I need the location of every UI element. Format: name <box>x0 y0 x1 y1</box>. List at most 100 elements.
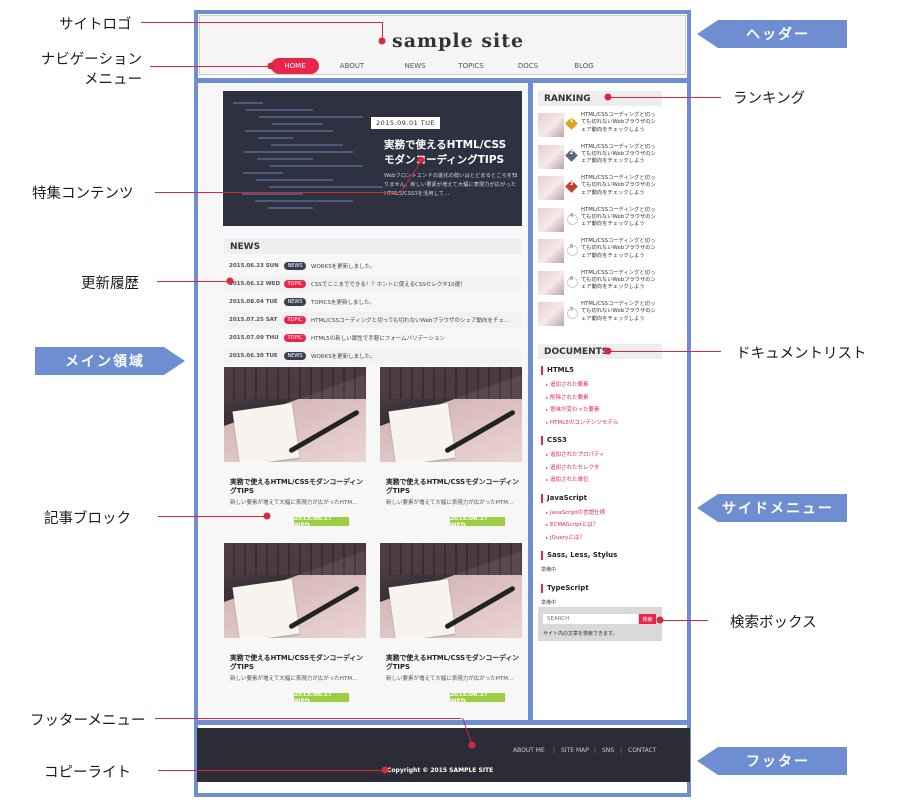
article-title[interactable]: 実務で使えるHTML/CSSモダンコーディングTIPS <box>230 654 365 672</box>
callout-copyright: コピーライト <box>44 765 131 781</box>
ranking-item[interactable]: 2 HTML/CSSコーディングと切っても切れないWebブラウザのシェア動向をチェ… <box>538 144 660 172</box>
callout-feature: 特集コンテンツ <box>32 186 134 202</box>
article-image[interactable] <box>380 367 522 462</box>
pen-image <box>444 585 516 630</box>
ranking-item[interactable]: 4 HTML/CSSコーディングと切っても切れないWebブラウザのシェア動向をチェ… <box>538 207 660 235</box>
ranking-title: HTML/CSSコーディングと切っても切れないWebブラウザのシェア動向をチェッ… <box>581 301 656 322</box>
ranking-item[interactable]: 5 HTML/CSSコーディングと切っても切れないWebブラウザのシェア動向をチェ… <box>538 238 660 266</box>
callout-line-navigation <box>150 66 270 67</box>
tag-side: サイドメニュー <box>697 494 847 522</box>
rank-number: 7 <box>569 307 574 313</box>
article-title[interactable]: 実務で使えるHTML/CSSモダンコーディングTIPS <box>230 478 365 496</box>
notepad-image <box>232 579 300 638</box>
news-text: WORKSを更新しました。 <box>311 354 376 360</box>
nav-item-news[interactable]: NEWS <box>395 58 435 74</box>
callout-navigation: ナビゲーション メニュー <box>32 50 142 90</box>
ranking-title: HTML/CSSコーディングと切っても切れないWebブラウザのシェア動向をチェッ… <box>581 269 656 291</box>
news-row[interactable]: 2015.06.12 WED TOPIC CSSでここまでできる！？ホントに使えるC… <box>224 276 521 292</box>
feature-date: 2015.09.01 TUE <box>371 117 441 129</box>
ranking-item[interactable]: 7 HTML/CSSコーディングと切っても切れないWebブラウザのシェア動向をチェ… <box>538 301 660 329</box>
doc-link[interactable]: ▸ HTML5のコンテンツモデル <box>546 418 618 426</box>
news-row[interactable]: 2015.06.30 TUE NEWS WORKSを更新しました。 <box>224 348 521 364</box>
code-line <box>268 207 313 209</box>
code-line <box>256 179 333 181</box>
nav-item-about[interactable]: ABOUT <box>332 58 372 74</box>
ranking-thumbnail <box>538 176 564 200</box>
news-date: 2015.07.25 SAT <box>229 317 278 323</box>
keyboard-image <box>224 367 366 399</box>
search-note: サイト内の文章を検索できます。 <box>543 631 618 637</box>
nav-item-home[interactable]: HOME <box>271 58 319 74</box>
code-line <box>259 116 363 118</box>
ranking-item[interactable]: 3 HTML/CSSコーディングと切っても切れないWebブラウザのシェア動向をチェ… <box>538 175 660 203</box>
doc-link[interactable]: ▸ 削除された要素 <box>546 393 589 401</box>
callout-line-search-box <box>660 620 708 621</box>
code-line <box>270 165 363 167</box>
article-image[interactable] <box>224 543 366 638</box>
notepad-image <box>232 403 300 462</box>
doc-category: JavaScript <box>541 493 587 503</box>
news-heading: NEWS <box>224 239 521 254</box>
article-date: 2015.06.17 WED <box>294 691 349 705</box>
nav-item-topics[interactable]: TOPICS <box>451 58 491 74</box>
doc-link[interactable]: ▸ JavaScriptの言語仕様 <box>546 508 605 516</box>
ranking-title: HTML/CSSコーディングと切っても切れないWebブラウザのシェア動向をチェッ… <box>581 238 656 259</box>
feature-title[interactable]: 実務で使えるHTML/CSS モダンコーディングTIPS <box>384 138 514 168</box>
news-row[interactable]: 2015.06.23 SUN NEWS WORKSを更新しました。 <box>224 258 521 274</box>
doc-link[interactable]: ▸ 追加されたプロパティ <box>546 450 605 458</box>
pen-image <box>444 409 516 454</box>
doc-link[interactable]: ▸ jQueryとは？ <box>546 533 585 541</box>
footer-separator: | <box>553 747 556 754</box>
footer-separator: | <box>594 747 597 754</box>
keyboard-image <box>380 367 522 399</box>
footer-menu-item[interactable]: ABOUT ME <box>513 747 545 754</box>
rank-number: 2 <box>569 149 574 156</box>
pen-image <box>288 585 360 630</box>
notepad-image <box>388 579 456 638</box>
ranking-thumbnail <box>538 302 564 326</box>
footer-menu-item[interactable]: CONTACT <box>628 747 656 754</box>
doc-link[interactable]: ▸ ECMAScriptとは？ <box>546 520 598 528</box>
news-text: HTML5の新しい属性で手軽にフォームバリデーション <box>311 336 446 342</box>
article-image[interactable] <box>224 367 366 462</box>
article-image[interactable] <box>380 543 522 638</box>
doc-link-label: HTML5のコンテンツモデル <box>550 419 619 426</box>
callout-article-block: 記事ブロック <box>44 511 131 527</box>
news-row[interactable]: 2015.08.04 TUE NEWS TOPICSを更新しました。 <box>224 294 521 310</box>
ranking-thumbnail <box>538 144 564 169</box>
code-line <box>244 151 353 153</box>
news-row[interactable]: 2015.07.09 THU TOPIC HTML5の新しい属性で手軽にフォームバリ… <box>224 330 521 346</box>
site-logo[interactable]: sample site <box>392 30 524 52</box>
doc-category: HTML5 <box>541 366 574 375</box>
callout-line-document-list <box>608 351 721 352</box>
ranking-item[interactable]: 6 HTML/CSSコーディングと切っても切れないWebブラウザのシェア動向をチェ… <box>538 270 660 298</box>
callout-dot-copyright <box>381 766 389 774</box>
ranking-thumbnail <box>538 207 564 232</box>
callout-line-copyright <box>158 770 384 771</box>
callout-line-footer-menu <box>155 718 461 719</box>
nav-item-docs[interactable]: DOCS <box>510 58 546 74</box>
search-button[interactable]: 検索 <box>639 614 656 624</box>
footer-menu-item[interactable]: SITE MAP <box>561 747 589 754</box>
doc-link-arrow-icon: ▸ <box>546 452 549 457</box>
doc-link[interactable]: ▸ 追加された要素 <box>546 380 589 388</box>
footer-menu-item[interactable]: SNS <box>602 747 614 754</box>
doc-link-label: 削除された要素 <box>550 394 589 401</box>
article-title[interactable]: 実務で使えるHTML/CSSモダンコーディングTIPS <box>386 478 521 496</box>
tag-main: メイン領域 <box>35 347 185 375</box>
nav-item-blog[interactable]: BLOG <box>566 58 602 74</box>
doc-category: CSS3 <box>541 436 567 445</box>
ranking-item[interactable]: 1 HTML/CSSコーディングと切っても切れないWebブラウザのシェア動向をチェ… <box>538 112 660 140</box>
doc-link[interactable]: ▸ 追加された単位 <box>546 475 589 483</box>
keyboard-image <box>380 543 522 575</box>
article-title[interactable]: 実務で使えるHTML/CSSモダンコーディングTIPS <box>386 654 521 672</box>
search-input[interactable] <box>543 614 638 624</box>
news-row[interactable]: 2015.07.25 SAT TOPIC HTML/CSSコーディングと切っても切れ… <box>224 312 521 328</box>
code-line <box>243 172 283 174</box>
callout-line-feature <box>155 192 400 193</box>
doc-link[interactable]: ▸ 意味が変わった要素 <box>546 405 600 413</box>
article-date: 2015.06.17 WED <box>294 515 349 529</box>
code-line <box>255 200 353 202</box>
doc-link[interactable]: ▸ 追加されたセレクタ <box>546 463 599 471</box>
callout-site-logo: サイトロゴ <box>59 17 132 33</box>
